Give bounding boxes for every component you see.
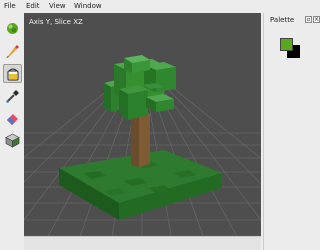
menu-edit[interactable]: Edit xyxy=(26,2,40,10)
brush-icon xyxy=(7,23,18,34)
brush-tool-button[interactable] xyxy=(3,19,22,38)
tree-trunk xyxy=(131,111,150,167)
pencil-tool-button[interactable] xyxy=(3,42,22,61)
palette-panel: Palette ▫ × xyxy=(263,13,320,250)
tree-canopy xyxy=(104,55,176,120)
menu-view[interactable]: View xyxy=(49,2,66,10)
viewport-scrollbar[interactable] xyxy=(24,236,261,250)
close-panel-button[interactable]: × xyxy=(313,16,320,23)
pencil-icon xyxy=(6,45,19,58)
fill-tool-button[interactable] xyxy=(3,64,22,83)
menu-file[interactable]: File xyxy=(4,2,16,10)
palette-title: Palette xyxy=(270,16,295,24)
tool-bar xyxy=(0,13,24,250)
foreground-color-swatch[interactable] xyxy=(280,38,293,51)
eraser-icon xyxy=(7,114,18,125)
color-picker-tool-button[interactable] xyxy=(3,87,22,106)
eraser-tool-button[interactable] xyxy=(3,109,22,128)
menu-window[interactable]: Window xyxy=(74,2,102,10)
voxel-scene[interactable]: Axis Y, Slice XZ xyxy=(24,13,261,236)
voxel-viewport[interactable]: Axis Y, Slice XZ xyxy=(24,13,261,236)
color-picker-icon xyxy=(6,90,19,103)
viewport-title: Axis Y, Slice XZ xyxy=(29,18,83,26)
fill-bucket-icon xyxy=(7,68,19,81)
cube-tool-button[interactable] xyxy=(3,131,22,150)
cube-icon xyxy=(5,133,20,148)
float-panel-button[interactable]: ▫ xyxy=(305,16,312,23)
menu-bar: File Edit View Window xyxy=(0,0,320,13)
